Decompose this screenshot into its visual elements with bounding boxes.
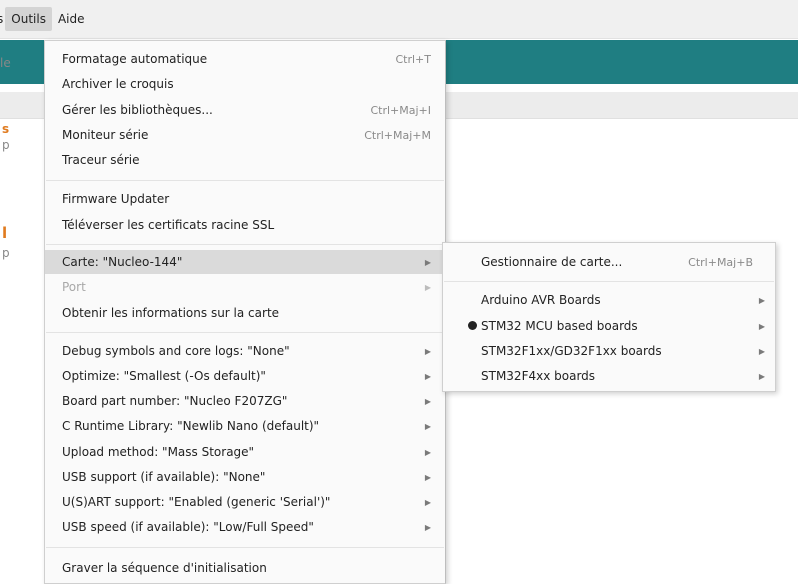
menu-item-label: USB speed (if available): "Low/Full Spee… xyxy=(62,520,314,534)
menu-item-c-runtime-library[interactable]: C Runtime Library: "Newlib Nano (default… xyxy=(45,414,445,438)
submenu-item-stm32f1xx-boards[interactable]: STM32F1xx/GD32F1xx boards ▶ xyxy=(443,339,775,363)
menu-item-board-part-number[interactable]: Board part number: "Nucleo F207ZG" ▶ xyxy=(45,389,445,413)
menu-item-obtenir-informations[interactable]: Obtenir les informations sur la carte xyxy=(45,301,445,325)
menu-item-label: Moniteur série xyxy=(62,128,149,142)
submenu-item-stm32f4xx-boards[interactable]: STM32F4xx boards ▶ xyxy=(443,364,775,388)
menu-item-usart-support[interactable]: U(S)ART support: "Enabled (generic 'Seri… xyxy=(45,490,445,514)
submenu-item-shortcut: Ctrl+Maj+B xyxy=(688,255,753,269)
menu-item-televerser-certificats[interactable]: Téléverser les certificats racine SSL xyxy=(45,213,445,237)
chevron-right-icon: ▶ xyxy=(424,257,431,267)
submenu-item-label: STM32 MCU based boards xyxy=(481,319,638,333)
menu-item-label: Archiver le croquis xyxy=(62,77,174,91)
chevron-right-icon: ▶ xyxy=(424,396,431,406)
chevron-right-icon: ▶ xyxy=(424,371,431,381)
menu-separator xyxy=(46,332,444,333)
menu-item-archiver-croquis[interactable]: Archiver le croquis xyxy=(45,72,445,96)
menu-item-shortcut: Ctrl+T xyxy=(395,52,431,66)
menu-item-usb-support[interactable]: USB support (if available): "None" ▶ xyxy=(45,465,445,489)
chevron-right-icon: ▶ xyxy=(424,497,431,507)
menu-item-label: USB support (if available): "None" xyxy=(62,470,266,484)
chevron-right-icon: ▶ xyxy=(424,282,431,292)
chevron-right-icon: ▶ xyxy=(758,346,765,356)
submenu-separator xyxy=(444,281,774,282)
background-text-fragment: p xyxy=(2,246,10,260)
carte-submenu: Gestionnaire de carte... Ctrl+Maj+B Ardu… xyxy=(442,242,776,392)
submenu-item-label: STM32F4xx boards xyxy=(481,369,596,383)
background-text-fragment: l xyxy=(2,224,8,242)
menu-bar-item-aide[interactable]: Aide xyxy=(52,7,91,31)
menu-item-label: Carte: "Nucleo-144" xyxy=(62,255,183,269)
menu-separator xyxy=(46,244,444,245)
menu-separator xyxy=(46,180,444,181)
menu-item-label: Graver la séquence d'initialisation xyxy=(62,561,267,575)
menu-item-upload-method[interactable]: Upload method: "Mass Storage" ▶ xyxy=(45,440,445,464)
menu-item-label: Board part number: "Nucleo F207ZG" xyxy=(62,394,288,408)
menu-item-carte[interactable]: Carte: "Nucleo-144" ▶ xyxy=(45,250,445,274)
chevron-right-icon: ▶ xyxy=(424,421,431,431)
submenu-item-arduino-avr-boards[interactable]: Arduino AVR Boards ▶ xyxy=(443,288,775,312)
chevron-right-icon: ▶ xyxy=(424,522,431,532)
menu-item-label: Formatage automatique xyxy=(62,52,208,66)
menu-item-label: Obtenir les informations sur la carte xyxy=(62,306,280,320)
background-text-fragment: s xyxy=(2,122,10,136)
menu-item-traceur-serie[interactable]: Traceur série xyxy=(45,148,445,172)
menu-item-debug-symbols[interactable]: Debug symbols and core logs: "None" ▶ xyxy=(45,339,445,363)
menu-item-label: Gérer les bibliothèques... xyxy=(62,103,213,117)
chevron-right-icon: ▶ xyxy=(758,321,765,331)
menu-item-label: Optimize: "Smallest (-Os default)" xyxy=(62,369,266,383)
outils-dropdown-menu: Formatage automatique Ctrl+T Archiver le… xyxy=(44,40,446,584)
chevron-right-icon: ▶ xyxy=(424,472,431,482)
menu-bar: s Outils Aide xyxy=(0,0,798,39)
menu-item-graver-sequence[interactable]: Graver la séquence d'initialisation xyxy=(45,556,445,580)
menu-item-label: U(S)ART support: "Enabled (generic 'Seri… xyxy=(62,495,331,509)
menu-item-label: Traceur série xyxy=(62,153,140,167)
chevron-right-icon: ▶ xyxy=(758,371,765,381)
menu-item-moniteur-serie[interactable]: Moniteur série Ctrl+Maj+M xyxy=(45,123,445,147)
background-text-fragment: le xyxy=(0,56,11,70)
submenu-item-label: Arduino AVR Boards xyxy=(481,293,601,307)
menu-item-label: Port xyxy=(62,280,86,294)
radio-selected-icon xyxy=(468,321,477,330)
menu-item-label: Firmware Updater xyxy=(62,192,170,206)
menu-item-shortcut: Ctrl+Maj+I xyxy=(370,103,431,117)
menu-item-firmware-updater[interactable]: Firmware Updater xyxy=(45,187,445,211)
menu-item-shortcut: Ctrl+Maj+M xyxy=(364,128,431,142)
menu-item-label: Téléverser les certificats racine SSL xyxy=(62,218,275,232)
menu-item-label: Debug symbols and core logs: "None" xyxy=(62,344,290,358)
menu-bar-item-outils[interactable]: Outils xyxy=(5,7,52,31)
submenu-item-label-wrapper: STM32 MCU based boards xyxy=(468,319,755,333)
chevron-right-icon: ▶ xyxy=(424,447,431,457)
chevron-right-icon: ▶ xyxy=(424,346,431,356)
menu-item-label: C Runtime Library: "Newlib Nano (default… xyxy=(62,419,320,433)
menu-separator xyxy=(46,547,444,548)
menu-item-port: Port ▶ xyxy=(45,275,445,299)
background-text-fragment: p xyxy=(2,138,10,152)
submenu-item-label: STM32F1xx/GD32F1xx boards xyxy=(481,344,662,358)
menu-item-gerer-bibliotheques[interactable]: Gérer les bibliothèques... Ctrl+Maj+I xyxy=(45,98,445,122)
menu-item-usb-speed[interactable]: USB speed (if available): "Low/Full Spee… xyxy=(45,515,445,539)
submenu-item-stm32-mcu-boards[interactable]: STM32 MCU based boards ▶ xyxy=(443,314,775,338)
menu-item-formatage-automatique[interactable]: Formatage automatique Ctrl+T xyxy=(45,47,445,71)
menu-item-optimize[interactable]: Optimize: "Smallest (-Os default)" ▶ xyxy=(45,364,445,388)
menu-item-label: Upload method: "Mass Storage" xyxy=(62,445,255,459)
chevron-right-icon: ▶ xyxy=(758,295,765,305)
submenu-item-label: Gestionnaire de carte... xyxy=(481,255,623,269)
submenu-item-gestionnaire-carte[interactable]: Gestionnaire de carte... Ctrl+Maj+B xyxy=(443,250,775,274)
